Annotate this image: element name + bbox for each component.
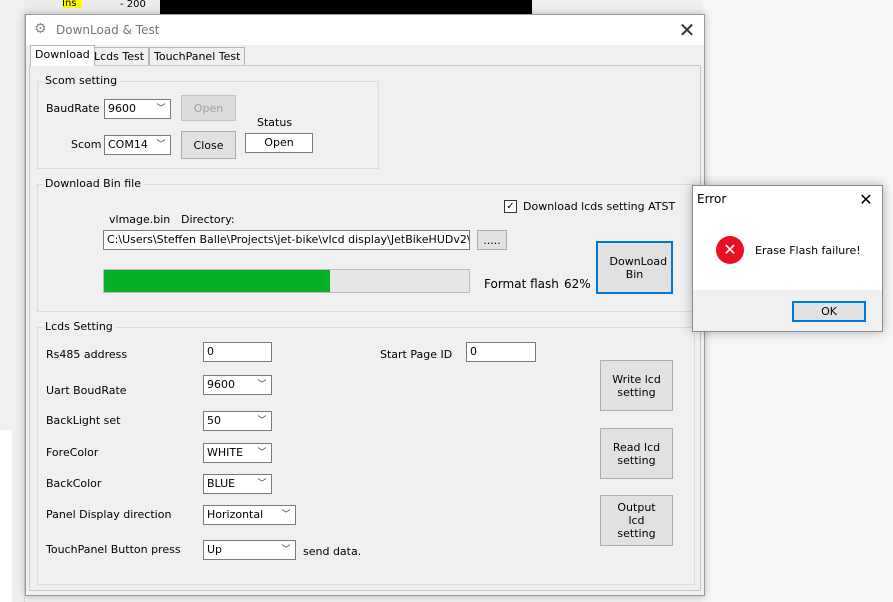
- uart-label: Uart BoudRate: [46, 384, 127, 397]
- background-strip: [0, 430, 12, 602]
- scom-setting-label: Scom setting: [43, 74, 120, 87]
- backlight-select[interactable]: 50 ﹀: [203, 411, 272, 431]
- touch-label: TouchPanel Button press: [46, 543, 181, 556]
- chevron-down-icon: ﹀: [281, 545, 291, 555]
- uart-select[interactable]: 9600 ﹀: [203, 375, 272, 395]
- chevron-down-icon: ﹀: [257, 479, 267, 489]
- touch-value: Up: [207, 543, 223, 556]
- download-bin-button-label: DownLoad Bin: [609, 254, 668, 281]
- backlight-label: BackLight set: [46, 414, 121, 427]
- write-lcd-button[interactable]: Write lcd setting: [600, 360, 673, 411]
- download-lcds-label: Download lcds setting ATST: [523, 200, 676, 213]
- direction-value: Horizontal: [207, 508, 264, 521]
- status-value: Open: [245, 133, 313, 153]
- scom-label: Scom: [71, 138, 102, 151]
- chevron-down-icon: ﹀: [156, 140, 166, 150]
- status-label: Status: [257, 116, 293, 129]
- backcolor-label: BackColor: [46, 477, 102, 490]
- forecolor-label: ForeColor: [46, 446, 99, 459]
- browse-button[interactable]: .....: [477, 230, 507, 250]
- baudrate-select[interactable]: 9600 ﹀: [104, 99, 171, 119]
- ok-button[interactable]: OK: [792, 301, 866, 322]
- progress-fill: [104, 270, 331, 292]
- file-path-input[interactable]: C:\Users\Steffen Balle\Projects\jet-bike…: [103, 230, 470, 250]
- download-lcds-checkbox[interactable]: ✓: [504, 200, 517, 213]
- tab-lcds-test[interactable]: Lcds Test: [89, 47, 150, 66]
- window-title: DownLoad & Test: [56, 23, 160, 37]
- window-close-button[interactable]: ✕: [674, 17, 700, 43]
- backcolor-select[interactable]: BLUE ﹀: [203, 474, 272, 494]
- chevron-down-icon: ﹀: [281, 510, 291, 520]
- rs485-label: Rs485 address: [46, 348, 128, 361]
- baudrate-label: BaudRate: [46, 102, 100, 115]
- error-dialog-footer: OK: [693, 290, 882, 331]
- error-dialog: Error ✕ ✕ Erase Flash failure! OK: [692, 185, 883, 332]
- app-gear-icon: ⚙: [34, 21, 47, 37]
- directory-label: Directory:: [181, 213, 235, 226]
- error-message: Erase Flash failure!: [755, 244, 861, 257]
- send-data-label: send data.: [303, 545, 362, 558]
- rs485-input[interactable]: 0: [203, 342, 272, 362]
- tab-touchpanel-test[interactable]: TouchPanel Test: [149, 47, 246, 66]
- read-lcd-button-label: Read lcd setting: [612, 440, 661, 467]
- error-dialog-title: Error: [697, 192, 727, 206]
- error-dialog-close-button[interactable]: ✕: [853, 188, 879, 212]
- open-port-button[interactable]: Open: [181, 95, 236, 121]
- chevron-down-icon: ﹀: [257, 380, 267, 390]
- title-bar: ⚙ DownLoad & Test ✕: [26, 15, 704, 45]
- chevron-down-icon: ﹀: [257, 416, 267, 426]
- forecolor-value: WHITE: [207, 446, 244, 459]
- progress-percent: 62%: [564, 277, 591, 291]
- read-lcd-button[interactable]: Read lcd setting: [600, 428, 673, 479]
- scom-value: COM14: [108, 138, 148, 151]
- chevron-down-icon: ﹀: [156, 104, 166, 114]
- error-x-icon: ✕: [716, 236, 744, 264]
- start-page-input[interactable]: 0: [466, 342, 536, 362]
- direction-select[interactable]: Horizontal ﹀: [203, 505, 296, 525]
- background-value: - 200: [120, 0, 146, 10]
- close-port-button[interactable]: Close: [181, 131, 236, 159]
- output-lcd-button-label: Output lcd setting: [617, 501, 656, 540]
- download-test-window: ⚙ DownLoad & Test ✕ Download Lcds Test T…: [25, 14, 705, 596]
- background-black-panel: [160, 0, 532, 14]
- output-lcd-button[interactable]: Output lcd setting: [600, 495, 673, 546]
- start-page-label: Start Page ID: [380, 348, 453, 361]
- chevron-down-icon: ﹀: [257, 448, 267, 458]
- tab-download[interactable]: Download: [30, 45, 95, 66]
- backcolor-value: BLUE: [207, 477, 236, 490]
- scom-select[interactable]: COM14 ﹀: [104, 135, 171, 155]
- baudrate-value: 9600: [108, 102, 136, 115]
- lcds-setting-label: Lcds Setting: [43, 320, 115, 333]
- flash-progress-bar: [103, 269, 470, 293]
- backlight-value: 50: [207, 414, 221, 427]
- background-highlight: Ins: [62, 0, 82, 9]
- file-name-label: vlmage.bin: [109, 213, 171, 226]
- forecolor-select[interactable]: WHITE ﹀: [203, 443, 272, 463]
- progress-status-text: Format flash: [484, 277, 559, 291]
- download-bin-button[interactable]: DownLoad Bin: [596, 241, 673, 294]
- uart-value: 9600: [207, 378, 235, 391]
- download-bin-label: Download Bin file: [43, 177, 143, 190]
- download-tab-page: Scom setting BaudRate 9600 ﹀ Open Scom C…: [29, 65, 701, 591]
- write-lcd-button-label: Write lcd setting: [612, 372, 661, 399]
- touch-select[interactable]: Up ﹀: [203, 540, 296, 560]
- direction-label: Panel Display direction: [46, 508, 172, 521]
